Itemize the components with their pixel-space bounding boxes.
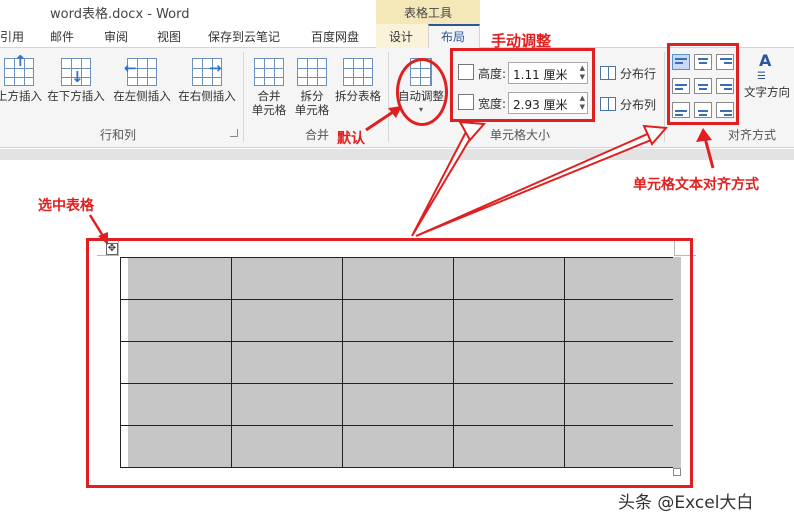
insert-right-icon: → xyxy=(192,58,222,86)
insert-left-button[interactable]: ← 在左侧插入 xyxy=(110,58,174,103)
insert-right-label: 在右侧插入 xyxy=(178,89,236,103)
rows-cols-launcher-icon[interactable] xyxy=(230,129,238,137)
insert-below-button[interactable]: ↓ 在下方插入 xyxy=(44,58,108,103)
text-direction-button[interactable]: A ☰ 文字方向 xyxy=(740,51,794,100)
tab-view[interactable]: 视图 xyxy=(157,28,181,45)
split-table-button[interactable]: 拆分表格 xyxy=(333,58,383,103)
merge-cells-label-1: 合并 xyxy=(257,89,281,103)
watermark-text: 头条 @Excel大白 xyxy=(618,493,754,513)
insert-above-button[interactable]: ↑ 上方插入 xyxy=(0,54,42,104)
cell-size-group-label: 单元格大小 xyxy=(490,128,551,142)
insert-above-label: 上方插入 xyxy=(0,89,42,103)
split-table-label: 拆分表格 xyxy=(335,89,381,103)
tab-references[interactable]: 引用 xyxy=(0,28,24,45)
group-separator xyxy=(388,52,389,142)
distribute-columns-label: 分布列 xyxy=(620,98,657,112)
cell-alignment-annotation: 单元格文本对齐方式 xyxy=(633,177,759,193)
select-table-annotation: 选中表格 xyxy=(38,198,94,214)
tab-mailings[interactable]: 邮件 xyxy=(50,28,74,45)
text-direction-icon: A ☰ xyxy=(757,51,772,83)
distribute-rows-button[interactable]: 分布行 xyxy=(600,65,656,82)
distribute-columns-icon xyxy=(600,97,616,111)
alignment-group-label: 对齐方式 xyxy=(728,128,777,142)
group-separator xyxy=(664,52,665,142)
default-annotation: 默认 xyxy=(337,131,365,147)
distribute-columns-button[interactable]: 分布列 xyxy=(600,96,656,113)
tab-design[interactable]: 设计 xyxy=(389,28,413,45)
alignment-highlight-box xyxy=(667,43,739,125)
manual-adjust-annotation: 手动调整 xyxy=(491,32,552,50)
split-cells-label-1: 拆分 xyxy=(300,89,324,103)
merge-cells-label-2: 单元格 xyxy=(251,103,287,117)
autofit-highlight-circle xyxy=(396,58,448,126)
manual-adjust-highlight-box xyxy=(450,48,595,122)
insert-below-icon: ↓ xyxy=(61,58,91,86)
tab-baidu-netdisk[interactable]: 百度网盘 xyxy=(311,28,359,45)
text-direction-label: 文字方向 xyxy=(744,85,790,99)
window-title: word表格.docx - Word xyxy=(50,7,190,22)
split-table-icon xyxy=(343,58,373,86)
tab-cloud-note[interactable]: 保存到云笔记 xyxy=(208,28,280,45)
insert-left-label: 在左侧插入 xyxy=(113,89,171,103)
split-cells-icon xyxy=(297,58,327,86)
distribute-rows-label: 分布行 xyxy=(620,67,657,81)
rows-cols-group-label: 行和列 xyxy=(100,128,137,142)
context-group-label: 表格工具 xyxy=(403,6,452,20)
split-cells-label-2: 单元格 xyxy=(294,103,330,117)
insert-right-button[interactable]: → 在右侧插入 xyxy=(175,58,239,103)
insert-left-icon: ← xyxy=(124,58,157,86)
table-tools-context-group: 表格工具 xyxy=(376,0,480,24)
merge-group-label: 合并 xyxy=(305,128,330,142)
tab-review[interactable]: 审阅 xyxy=(104,28,128,45)
table-highlight-box xyxy=(86,238,693,488)
cell-size-launcher-icon[interactable] xyxy=(650,129,658,137)
group-separator xyxy=(243,52,244,142)
merge-cells-button[interactable]: 合并 单元格 xyxy=(248,58,290,117)
insert-above-icon: ↑ xyxy=(4,54,34,86)
insert-below-label: 在下方插入 xyxy=(47,89,105,103)
tab-layout[interactable]: 布局 xyxy=(441,28,465,45)
split-cells-button[interactable]: 拆分 单元格 xyxy=(291,58,333,117)
merge-cells-icon xyxy=(254,58,284,86)
distribute-rows-icon xyxy=(600,66,616,80)
